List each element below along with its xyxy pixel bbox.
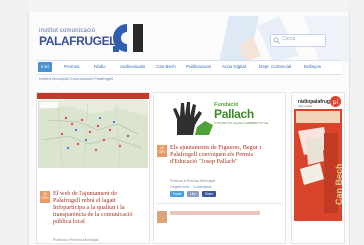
date-month: DES — [158, 150, 166, 154]
date-badge: 19 DES — [157, 145, 167, 157]
nav-item-audiovisuals[interactable]: Audiovisuals — [120, 64, 145, 69]
page: institut comunicació PALAFRUGELL Cerca I… — [0, 0, 364, 245]
search-input[interactable]: Cerca — [270, 34, 326, 47]
divider — [157, 203, 282, 204]
read-more-link[interactable]: Llegeix més... Comentaris — [170, 185, 212, 189]
feature-headline[interactable]: El web de l'ajuntament de Palafrugell re… — [53, 190, 145, 225]
nav-item-arxiu-digital[interactable]: Arxiu Digital — [222, 64, 246, 69]
next-headline-placeholder[interactable] — [170, 211, 260, 215]
middle-meta: Publicat a Premsa Municipal — [170, 179, 216, 183]
can-bech-cover[interactable]: Can Bech — [294, 109, 342, 221]
date-month: DES — [41, 196, 49, 200]
like-button[interactable]: Like — [187, 191, 199, 197]
radio-subtitle: diari digital — [298, 104, 313, 108]
share-button[interactable]: Share — [202, 191, 216, 197]
search-placeholder: Cerca — [282, 36, 296, 42]
svg-text:pi: pi — [333, 99, 339, 106]
middle-headline[interactable]: Els ajuntaments de Figueres, Begur i Pal… — [170, 144, 280, 165]
radio-banner[interactable]: ràdiopalafrugell diari digital pi — [294, 95, 342, 108]
logo-icon — [113, 24, 143, 52]
search-icon — [273, 37, 280, 44]
nav-item-enllacos[interactable]: Enllaços — [304, 64, 321, 69]
middle-article: Fundació Pallach TOTS PER TOT, ALCOLLA A… — [153, 92, 286, 244]
pallach-title: Pallach — [214, 107, 254, 121]
nav-item-can-bech[interactable]: Can Bech — [156, 64, 176, 69]
nav-item-publicacions[interactable]: Publicacions — [186, 64, 211, 69]
map-image[interactable] — [38, 100, 148, 168]
can-bech-vertical-title: Can Bech — [334, 163, 342, 205]
website: institut comunicació PALAFRUGELL Cerca I… — [28, 12, 350, 245]
nav-item-dept-comercial[interactable]: Dept. Comercial — [259, 64, 291, 69]
date-badge: 20 DES — [40, 191, 50, 203]
feature-article: 20 DES El web de l'ajuntament de Palafru… — [36, 92, 150, 244]
pallach-tagline: TOTS PER TOT, ALCOLLA ARRIBAR TOT CAL — [214, 122, 269, 125]
breadcrumb[interactable]: Institut Municipal Comunicació Palafruge… — [39, 76, 113, 81]
date-badge-next — [157, 211, 167, 223]
pi-logo-icon: pi — [330, 96, 341, 107]
nav-item-premsa[interactable]: Premsa — [64, 64, 80, 69]
tweet-button[interactable]: Tweet — [170, 191, 184, 197]
nav-item-inici[interactable]: Inici — [38, 62, 53, 72]
feature-toolbar — [37, 93, 149, 99]
main-nav: Inici Premsa Ràdio Audiovisuals Can Bech… — [36, 60, 342, 75]
feature-meta: Publicat a Premsa Municipal — [53, 238, 99, 242]
nav-item-radio[interactable]: Ràdio — [94, 64, 106, 69]
sidebar-right: ràdiopalafrugell diari digital pi Can Be… — [291, 92, 345, 244]
